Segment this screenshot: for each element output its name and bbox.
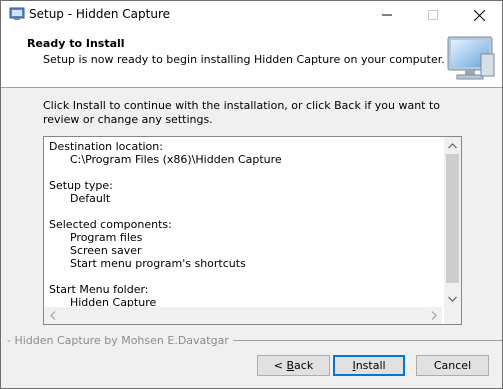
back-button-prefix: < (273, 359, 287, 372)
chevron-right-icon (431, 311, 437, 320)
install-button-rest: nstall (355, 359, 386, 372)
chevron-down-icon (448, 296, 457, 302)
chevron-left-icon (49, 311, 55, 320)
window-title: Setup - Hidden Capture (29, 7, 170, 21)
header-separator (1, 87, 502, 88)
vertical-scrollbar[interactable] (444, 137, 461, 307)
back-button-rest: ack (294, 359, 314, 372)
title-bar[interactable]: Setup - Hidden Capture (1, 1, 502, 29)
back-button-accel: B (286, 359, 295, 372)
summary-line (49, 166, 441, 179)
summary-line: Start Menu folder: (49, 283, 149, 296)
minimize-icon (382, 14, 392, 16)
maximize-icon (428, 10, 438, 20)
setup-app-icon (9, 7, 25, 20)
wizard-header: Ready to Install Setup is now ready to b… (1, 29, 502, 87)
summary-line: Screen saver (49, 244, 142, 257)
close-button[interactable] (456, 1, 502, 29)
summary-line: Start menu program's shortcuts (49, 257, 246, 270)
scroll-left-button[interactable] (44, 307, 61, 324)
minimize-button[interactable] (364, 1, 410, 29)
summary-line: Program files (49, 231, 143, 244)
scrollbar-corner (444, 307, 461, 324)
branding-label: - Hidden Capture by Mohsen E.Davatgar (7, 334, 233, 347)
chevron-up-icon (448, 142, 457, 148)
close-icon (473, 9, 485, 21)
setup-window: Setup - Hidden Capture Ready to Install … (0, 0, 503, 389)
summary-line (49, 205, 441, 218)
install-button[interactable]: Install (333, 355, 405, 376)
maximize-button (410, 1, 456, 29)
summary-line: Default (49, 192, 111, 205)
summary-text[interactable]: Destination location: C:\Program Files (… (49, 140, 441, 310)
intro-text: Click Install to continue with the insta… (43, 99, 441, 126)
scroll-down-button[interactable] (444, 290, 461, 307)
scroll-up-button[interactable] (444, 137, 461, 154)
summary-line: Setup type: (49, 179, 113, 192)
scroll-right-button[interactable] (425, 307, 442, 324)
horizontal-scrollbar[interactable] (44, 307, 442, 324)
summary-line (49, 270, 441, 283)
summary-line: Selected components: (49, 218, 172, 231)
page-title: Ready to Install (27, 37, 125, 50)
page-subtitle: Setup is now ready to begin installing H… (43, 53, 445, 66)
summary-memo[interactable]: Destination location: C:\Program Files (… (43, 136, 462, 325)
cancel-button[interactable]: Cancel (416, 355, 489, 376)
vertical-scroll-thumb[interactable] (446, 154, 459, 283)
summary-line: Destination location: (49, 140, 163, 153)
back-button[interactable]: < Back (257, 355, 330, 376)
summary-line: C:\Program Files (x86)\Hidden Capture (49, 153, 282, 166)
computer-monitor-icon (447, 36, 495, 80)
